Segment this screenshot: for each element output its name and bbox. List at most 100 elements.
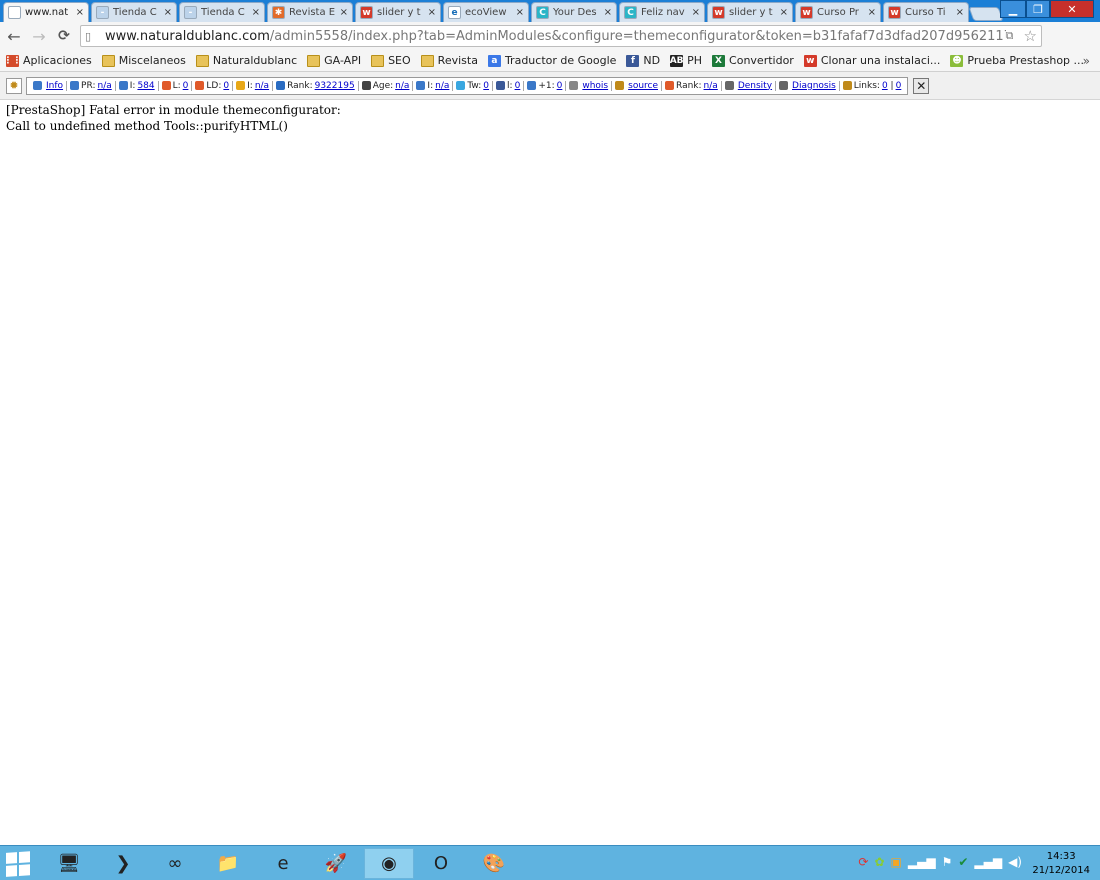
joomla-icon: ✱ <box>272 6 285 19</box>
w-site-icon: w <box>803 54 817 67</box>
seo-metric-link[interactable]: Info <box>46 81 63 91</box>
browser-tab[interactable]: C Your Des × <box>531 2 617 22</box>
seo-toolbar-close-button[interactable]: ✕ <box>913 77 930 94</box>
bookmark-item[interactable]: SEO <box>371 54 411 67</box>
browser-tab[interactable]: ✱ Revista E × <box>267 2 353 22</box>
browser-tab[interactable]: e ecoView × <box>443 2 529 22</box>
bookmark-item[interactable]: X Convertidor <box>712 54 794 67</box>
browser-tab[interactable]: C Feliz nav × <box>619 2 705 22</box>
seo-metric-link[interactable]: 9322195 <box>315 81 355 91</box>
bookmark-item[interactable]: AB PH <box>670 54 702 67</box>
tab-close-icon[interactable]: × <box>868 7 876 18</box>
seo-metric-link[interactable]: source <box>628 81 658 91</box>
bookmark-label: Prueba Prestashop ... <box>967 54 1085 67</box>
browser-tab[interactable]: w Curso Pr × <box>795 2 881 22</box>
taskbar-internet-explorer[interactable]: e <box>258 848 308 879</box>
tab-close-icon[interactable]: × <box>252 7 260 18</box>
taskbar-rocket-app[interactable]: 🚀 <box>311 848 361 879</box>
tab-close-icon[interactable]: × <box>164 7 172 18</box>
bookmark-star-icon[interactable]: ☆ <box>1024 27 1037 45</box>
seo-metric-link[interactable]: n/a <box>395 81 409 91</box>
chrome-icon: ◉ <box>381 853 397 874</box>
seo-metric-link[interactable]: 0 <box>557 81 563 91</box>
translate-icon[interactable]: ⧉ <box>1006 29 1020 43</box>
tab-close-icon[interactable]: × <box>428 7 436 18</box>
google-icon <box>70 81 80 90</box>
seo-metric: Tw: 0 <box>453 80 494 91</box>
tray-flag-icon[interactable]: ⚑ <box>942 855 953 869</box>
facebook-icon <box>496 81 506 90</box>
seo-metric-link[interactable]: 0 <box>183 81 189 91</box>
tab-title: slider y t <box>377 7 421 18</box>
seo-metric-label: l: <box>507 80 513 91</box>
tab-close-icon[interactable]: × <box>76 7 84 18</box>
browser-tab[interactable]: w slider y t × <box>707 2 793 22</box>
browser-tab[interactable]: - Tienda C × <box>91 2 177 22</box>
browser-tab[interactable]: w slider y t × <box>355 2 441 22</box>
tray-outlook-icon[interactable]: ▣ <box>891 855 902 869</box>
address-bar[interactable]: ▯ www.naturaldublanc.com/admin5558/index… <box>80 25 1042 47</box>
tab-title: Curso Pr <box>817 7 859 18</box>
bookmark-item[interactable]: Miscelaneos <box>101 54 186 67</box>
bookmark-item[interactable]: Revista <box>420 54 478 67</box>
seo-metric-link[interactable]: Diagnosis <box>792 81 836 91</box>
bookmark-item[interactable]: Naturaldublanc <box>195 54 297 67</box>
tab-close-icon[interactable]: × <box>516 7 524 18</box>
bookmark-item[interactable]: ⋮⋮ Aplicaciones <box>4 54 92 67</box>
browser-tab[interactable]: - Tienda C × <box>179 2 265 22</box>
bookmark-item[interactable]: f ND <box>626 54 660 67</box>
tray-sync-icon[interactable]: ⟳ <box>858 855 868 869</box>
tab-close-icon[interactable]: × <box>956 7 964 18</box>
maximize-button[interactable]: ❐ <box>1026 0 1050 18</box>
taskbar-file-explorer[interactable]: 📁 <box>203 848 253 879</box>
tray-signal-icon[interactable]: ▂▄▆ <box>908 855 936 869</box>
reload-button[interactable]: ⟳ <box>53 25 75 47</box>
seo-metric-link[interactable]: 584 <box>137 81 154 91</box>
seo-metric-link[interactable]: n/a <box>97 81 111 91</box>
w-site-icon: w <box>800 6 813 19</box>
tray-network-icon[interactable]: ▂▄▆ <box>974 855 1002 869</box>
seo-metric-link[interactable]: n/a <box>255 81 269 91</box>
bookmark-item[interactable]: a Traductor de Google <box>487 54 616 67</box>
tab-close-icon[interactable]: × <box>780 7 788 18</box>
reload-icon: ⟳ <box>58 28 70 44</box>
bookmarks-overflow-button[interactable]: » <box>1083 54 1090 68</box>
seo-settings-gear-icon[interactable]: ✹ <box>6 77 22 94</box>
seo-metric-link[interactable]: 0 <box>515 81 521 91</box>
seo-metric-link[interactable]: n/a <box>704 81 718 91</box>
tray-security-icon[interactable]: ✔ <box>958 855 968 869</box>
tab-close-icon[interactable]: × <box>340 7 348 18</box>
seo-metric: PR: n/a <box>67 80 116 91</box>
taskbar-colorful-app[interactable]: ∞ <box>150 848 200 879</box>
taskbar-paint[interactable]: 🎨 <box>469 848 519 879</box>
browser-tab[interactable]: w Curso Ti × <box>883 2 969 22</box>
bookmark-item[interactable]: GA-API <box>307 54 361 67</box>
bookmark-item[interactable]: ☻ Prueba Prestashop ... <box>950 54 1084 67</box>
taskbar-outlook[interactable]: O <box>416 848 466 879</box>
seo-metric-link[interactable]: whois <box>582 81 608 91</box>
bookmark-item[interactable]: w Clonar una instalaci... <box>803 54 940 67</box>
windows-start-button[interactable] <box>6 851 32 877</box>
seo-metric-link[interactable]: 0 <box>483 81 489 91</box>
tray-volume-icon[interactable]: ◀) <box>1008 855 1022 869</box>
taskbar-server-manager[interactable]: 🖥 <box>44 848 94 879</box>
page-icon <box>8 6 21 19</box>
seo-metric-link[interactable]: Density <box>738 81 772 91</box>
paint-icon: 🎨 <box>482 853 506 874</box>
forward-button[interactable]: → <box>28 25 50 47</box>
seo-metric-link[interactable]: n/a <box>435 81 449 91</box>
seo-metric-link[interactable]: 0 <box>223 81 229 91</box>
tab-close-icon[interactable]: × <box>692 7 700 18</box>
browser-tab[interactable]: www.nat × <box>3 2 89 22</box>
close-window-button[interactable]: ✕ <box>1050 0 1094 18</box>
tab-close-icon[interactable]: × <box>604 7 612 18</box>
seo-metric-link-2[interactable]: 0 <box>896 81 902 91</box>
minimize-button[interactable]: ▁ <box>1000 0 1026 18</box>
taskbar-powershell[interactable]: ❯ <box>98 848 148 879</box>
new-tab-button[interactable] <box>968 7 1004 21</box>
back-button[interactable]: ← <box>3 25 25 47</box>
tray-app-icon[interactable]: ✿ <box>874 855 884 869</box>
taskbar-clock[interactable]: 14:33 21/12/2014 <box>1032 850 1090 878</box>
taskbar-chrome[interactable]: ◉ <box>364 848 414 879</box>
seo-toolbar: ✹ Info PR: n/a I: 584 L: 0 LD: 0 I: n/a Rank: 932219… <box>0 72 1100 100</box>
